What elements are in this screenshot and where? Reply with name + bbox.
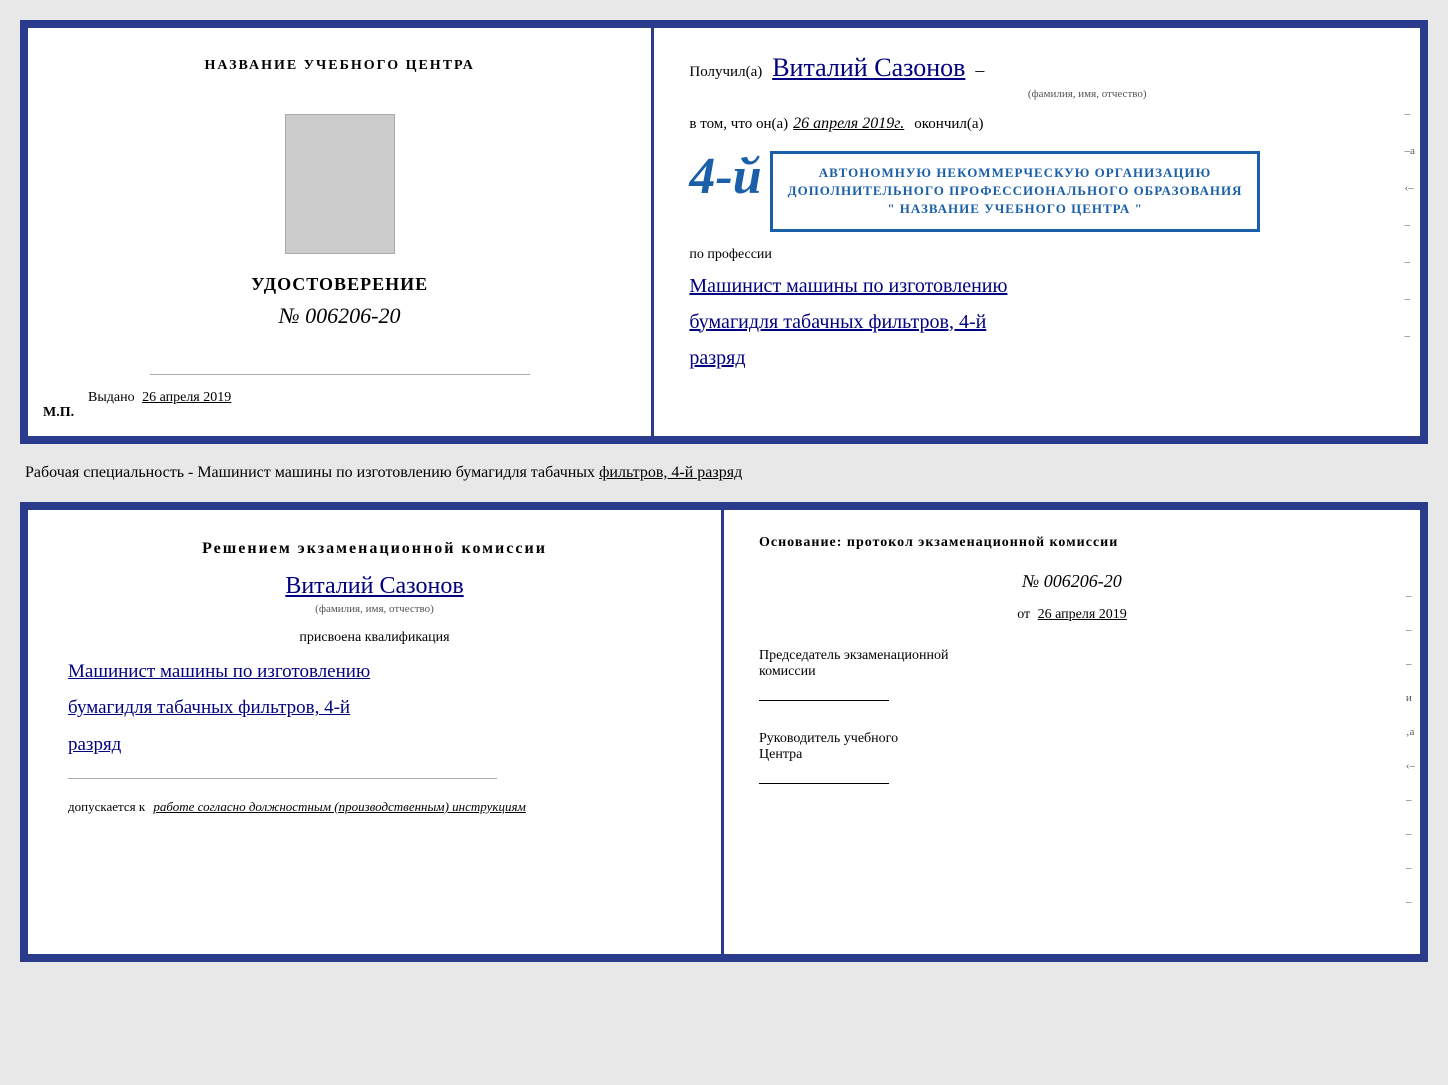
stamp-line2: ДОПОЛНИТЕЛЬНОГО ПРОФЕССИОНАЛЬНОГО ОБРАЗО… [788, 182, 1243, 200]
predsedatel-line2: комиссии [759, 664, 1385, 680]
cert-left: НАЗВАНИЕ УЧЕБНОГО ЦЕНТРА УДОСТОВЕРЕНИЕ №… [28, 28, 654, 436]
udostoverenie-title: УДОСТОВЕРЕНИЕ [251, 274, 428, 295]
vtom-prefix: в том, что он(а) [689, 116, 788, 133]
vydano-line: Выдано 26 апреля 2019 [88, 390, 231, 406]
stamp-line1: АВТОНОМНУЮ НЕКОММЕРЧЕСКУЮ ОРГАНИЗАЦИЮ [788, 164, 1243, 182]
qual-line2: бумагидля табачных фильтров, 4-й [68, 690, 681, 726]
certificate-top: НАЗВАНИЕ УЧЕБНОГО ЦЕНТРА УДОСТОВЕРЕНИЕ №… [20, 20, 1428, 444]
protocol-number: № 006206-20 [759, 571, 1385, 592]
fio-subtitle-bottom: (фамилия, имя, отчество) [68, 603, 681, 615]
rukovoditel-signature [759, 783, 889, 784]
ot-date: от 26 апреля 2019 [759, 607, 1385, 623]
subtitle-text: Рабочая специальность - Машинист машины … [20, 454, 1428, 492]
rukovoditel-label: Руководитель учебного Центра [759, 731, 1385, 784]
stamp-rect: АВТОНОМНУЮ НЕКОММЕРЧЕСКУЮ ОРГАНИЗАЦИЮ ДО… [770, 151, 1261, 232]
okonchil: окончил(а) [914, 116, 983, 133]
stamp-line3: " НАЗВАНИЕ УЧЕБНОГО ЦЕНТРА " [788, 200, 1243, 218]
dopuskaetsya-prefix: допускается к [68, 799, 145, 814]
qual-line1: Машинист машины по изготовлению [68, 654, 681, 690]
stamp-block: 4-й АВТОНОМНУЮ НЕКОММЕРЧЕСКУЮ ОРГАНИЗАЦИ… [689, 151, 1385, 232]
poluchil-dash: – [975, 60, 984, 81]
stamp-number: 4-й [689, 148, 761, 205]
divider-bottom-left [68, 778, 497, 779]
ot-date-value: 26 апреля 2019 [1038, 607, 1127, 622]
vtom-date: 26 апреля 2019г. [793, 115, 904, 133]
rukovoditel-line1: Руководитель учебного [759, 731, 1385, 747]
certificate-bottom: Решением экзаменационной комиссии Витали… [20, 502, 1428, 962]
training-center-label-top: НАЗВАНИЕ УЧЕБНОГО ЦЕНТРА [204, 58, 474, 74]
page-wrapper: НАЗВАНИЕ УЧЕБНОГО ЦЕНТРА УДОСТОВЕРЕНИЕ №… [20, 20, 1428, 962]
rukovoditel-line2: Центра [759, 747, 1385, 763]
divider-left [150, 374, 530, 375]
person-name-bottom: Виталий Сазонов [68, 573, 681, 600]
prisvoena-label: присвоена квалификация [68, 630, 681, 646]
resheniem-title: Решением экзаменационной комиссии [68, 540, 681, 558]
profession-line2: бумагидля табачных фильтров, 4-й [689, 304, 1385, 340]
osnovaniye-title: Основание: протокол экзаменационной коми… [759, 535, 1385, 551]
ot-prefix: от [1017, 607, 1030, 622]
dopuskaetsya-value: работе согласно должностным (производств… [153, 799, 525, 814]
poluchil-subtitle: (фамилия, имя, отчество) [789, 88, 1385, 100]
mp-label: М.П. [43, 405, 74, 421]
cert-bottom-left: Решением экзаменационной комиссии Витали… [28, 510, 724, 954]
cert-right: Получил(а) Виталий Сазонов – (фамилия, и… [654, 28, 1420, 436]
predsedatel-label: Председатель экзаменационной комиссии [759, 648, 1385, 701]
profession-line1: Машинист машины по изготовлению [689, 268, 1385, 304]
photo-placeholder [285, 114, 395, 254]
subtitle-underlined: фильтров, 4-й разряд [599, 464, 742, 481]
po-professii: по профессии [689, 247, 1385, 263]
dopuskaetsya-line: допускается к работе согласно должностны… [68, 799, 681, 815]
subtitle-normal: Рабочая специальность - Машинист машины … [25, 464, 599, 481]
right-edge-marks-top: – –а ‹– – – – – [1405, 108, 1415, 342]
udostoverenie-number: № 006206-20 [279, 303, 401, 329]
poluchil-prefix: Получил(а) [689, 64, 762, 81]
vydano-label: Выдано [88, 390, 135, 405]
poluchil-name: Виталий Сазонов [772, 53, 965, 83]
predsedatel-line1: Председатель экзаменационной [759, 648, 1385, 664]
predsedatel-signature [759, 700, 889, 701]
cert-bottom-right: Основание: протокол экзаменационной коми… [724, 510, 1420, 954]
profession-line3: разряд [689, 340, 1385, 376]
right-edge-marks-bottom: – – – и ‚а ‹– – – – – [1406, 590, 1415, 908]
qual-line3: разряд [68, 727, 681, 763]
vydano-date: 26 апреля 2019 [142, 390, 231, 405]
